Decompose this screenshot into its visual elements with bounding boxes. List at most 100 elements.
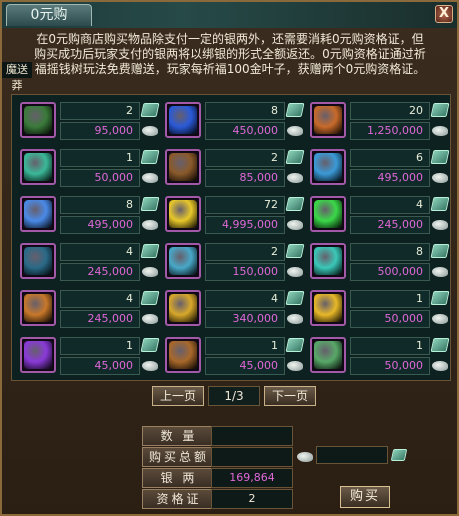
item-cert-cost: 2 bbox=[60, 102, 140, 120]
item-cell[interactable]: 4 245,000 bbox=[308, 194, 451, 238]
item-cert-cost: 72 bbox=[205, 196, 285, 214]
silver-ingot-icon bbox=[142, 126, 158, 136]
item-slot[interactable] bbox=[310, 337, 346, 373]
silver-ingot-icon bbox=[287, 267, 303, 277]
item-price: 4,995,000 bbox=[205, 216, 285, 234]
item-cert-cost: 2 bbox=[205, 149, 285, 167]
item-slot[interactable] bbox=[310, 196, 346, 232]
ticket-icon bbox=[430, 244, 450, 258]
item-slot[interactable] bbox=[165, 102, 201, 138]
item-slot[interactable] bbox=[165, 243, 201, 279]
item-price: 500,000 bbox=[350, 263, 430, 281]
item-price: 495,000 bbox=[350, 169, 430, 187]
quantity-label: 数 量 bbox=[142, 426, 216, 446]
quantity-input[interactable] bbox=[211, 426, 293, 446]
item-cert-cost: 6 bbox=[350, 149, 430, 167]
item-cert-cost: 4 bbox=[205, 290, 285, 308]
ticket-icon bbox=[430, 338, 450, 352]
ticket-icon bbox=[140, 197, 160, 211]
orb-icon bbox=[314, 153, 342, 181]
pager: 上一页 1/3 下一页 bbox=[152, 386, 322, 406]
silver-ingot-icon bbox=[142, 314, 158, 324]
item-price: 1,250,000 bbox=[350, 122, 430, 140]
item-price: 245,000 bbox=[350, 216, 430, 234]
item-cert-cost: 4 bbox=[350, 196, 430, 214]
fan-icon bbox=[169, 294, 197, 322]
silver-ingot-icon bbox=[142, 173, 158, 183]
purple-scroll-icon bbox=[24, 341, 52, 369]
serpent-icon bbox=[24, 153, 52, 181]
ticket-icon bbox=[140, 291, 160, 305]
item-slot[interactable] bbox=[20, 243, 56, 279]
item-cert-cost: 1 bbox=[350, 290, 430, 308]
item-cell[interactable]: 1 50,000 bbox=[308, 335, 451, 379]
item-slot[interactable] bbox=[20, 337, 56, 373]
item-slot[interactable] bbox=[20, 196, 56, 232]
title-bar[interactable]: 0元购 X bbox=[2, 2, 457, 28]
item-slot[interactable] bbox=[165, 290, 201, 326]
item-price: 245,000 bbox=[60, 310, 140, 328]
next-page-button[interactable]: 下一页 bbox=[264, 386, 316, 406]
item-price: 50,000 bbox=[350, 310, 430, 328]
window-title: 0元购 bbox=[6, 4, 92, 26]
total-cert-value bbox=[316, 446, 388, 464]
item-cell[interactable]: 72 4,995,000 bbox=[163, 194, 306, 238]
item-cell[interactable]: 4 245,000 bbox=[18, 241, 161, 285]
ticket-icon bbox=[285, 197, 305, 211]
silver-ingot-icon bbox=[432, 314, 448, 324]
silver-ingot-icon bbox=[287, 126, 303, 136]
item-cell[interactable]: 20 1,250,000 bbox=[308, 100, 451, 144]
green-pearl-icon bbox=[314, 200, 342, 228]
blue-orb-icon bbox=[24, 200, 52, 228]
item-cert-cost: 8 bbox=[205, 102, 285, 120]
item-cert-cost: 4 bbox=[60, 243, 140, 261]
item-cell[interactable]: 6 495,000 bbox=[308, 147, 451, 191]
notice-line: 福摇钱树玩法免费赠送，玩家每祈福100金叶子，获赠两个0元购资格证。 bbox=[34, 62, 426, 76]
item-slot[interactable] bbox=[165, 196, 201, 232]
money-bag-icon bbox=[314, 341, 342, 369]
gem-pile-icon bbox=[169, 247, 197, 275]
close-button[interactable]: X bbox=[435, 5, 453, 23]
silver-ingot-icon bbox=[142, 361, 158, 371]
item-cell[interactable]: 1 45,000 bbox=[18, 335, 161, 379]
item-slot[interactable] bbox=[310, 149, 346, 185]
item-slot[interactable] bbox=[20, 290, 56, 326]
silver-ingot-icon bbox=[432, 267, 448, 277]
cert-value: 2 bbox=[211, 489, 293, 509]
ticket-icon bbox=[140, 103, 160, 117]
silver-ingot-icon bbox=[142, 220, 158, 230]
item-cell[interactable]: 8 495,000 bbox=[18, 194, 161, 238]
item-cell[interactable]: 4 340,000 bbox=[163, 288, 306, 332]
item-cell[interactable]: 2 150,000 bbox=[163, 241, 306, 285]
prev-page-button[interactable]: 上一页 bbox=[152, 386, 204, 406]
item-cell[interactable]: 1 45,000 bbox=[163, 335, 306, 379]
item-cert-cost: 8 bbox=[60, 196, 140, 214]
item-slot[interactable] bbox=[310, 290, 346, 326]
item-slot[interactable] bbox=[20, 102, 56, 138]
item-price: 340,000 bbox=[205, 310, 285, 328]
silver-ingot-icon bbox=[287, 361, 303, 371]
item-cell[interactable]: 4 245,000 bbox=[18, 288, 161, 332]
item-cell[interactable]: 8 500,000 bbox=[308, 241, 451, 285]
total-label: 购买总额 bbox=[142, 447, 216, 467]
item-cell[interactable]: 2 95,000 bbox=[18, 100, 161, 144]
item-cell[interactable]: 1 50,000 bbox=[308, 288, 451, 332]
item-slot[interactable] bbox=[20, 149, 56, 185]
sun-orb-icon bbox=[169, 200, 197, 228]
dark-orb-icon bbox=[24, 247, 52, 275]
item-cell[interactable]: 2 85,000 bbox=[163, 147, 306, 191]
item-price: 150,000 bbox=[205, 263, 285, 281]
item-slot[interactable] bbox=[165, 149, 201, 185]
item-cell[interactable]: 1 50,000 bbox=[18, 147, 161, 191]
item-slot[interactable] bbox=[310, 102, 346, 138]
item-slot[interactable] bbox=[165, 337, 201, 373]
silver-ingot-icon bbox=[287, 220, 303, 230]
silver-ingot-icon bbox=[297, 452, 313, 462]
crescent-icon bbox=[169, 341, 197, 369]
item-cell[interactable]: 8 450,000 bbox=[163, 100, 306, 144]
ticket-icon bbox=[430, 197, 450, 211]
item-price: 245,000 bbox=[60, 263, 140, 281]
item-slot[interactable] bbox=[310, 243, 346, 279]
ticket-icon bbox=[430, 291, 450, 305]
buy-button[interactable]: 购买 bbox=[340, 486, 390, 508]
